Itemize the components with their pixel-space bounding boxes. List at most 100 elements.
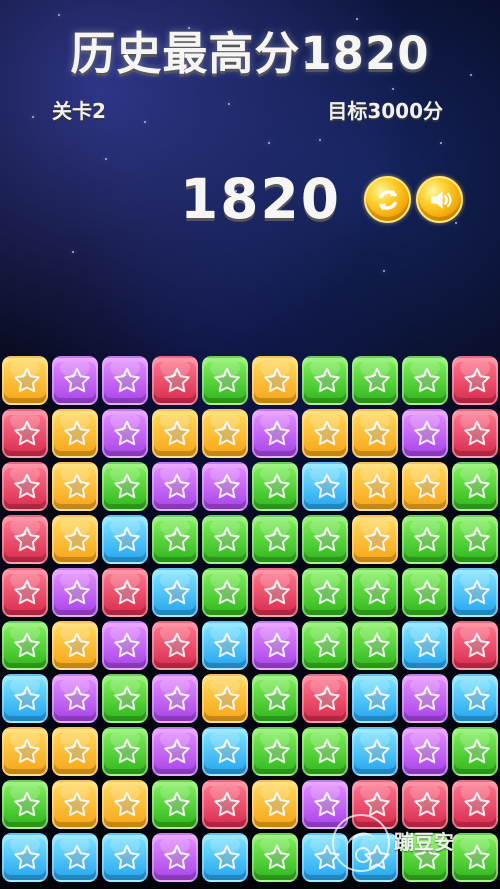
star-tile-yellow[interactable] <box>202 674 248 723</box>
star-tile-yellow[interactable] <box>252 356 298 405</box>
star-tile-yellow[interactable] <box>52 515 98 564</box>
star-tile-blue[interactable] <box>352 674 398 723</box>
star-tile-red[interactable] <box>352 780 398 829</box>
star-tile-blue[interactable] <box>302 462 348 511</box>
star-tile-purple[interactable] <box>202 462 248 511</box>
star-tile-purple[interactable] <box>252 621 298 670</box>
star-tile-green[interactable] <box>402 356 448 405</box>
star-tile-yellow[interactable] <box>2 356 48 405</box>
star-tile-green[interactable] <box>102 674 148 723</box>
star-tile-green[interactable] <box>202 356 248 405</box>
star-tile-red[interactable] <box>152 356 198 405</box>
star-tile-purple[interactable] <box>152 727 198 776</box>
star-tile-yellow[interactable] <box>52 780 98 829</box>
star-tile-yellow[interactable] <box>352 515 398 564</box>
star-tile-green[interactable] <box>202 568 248 617</box>
star-tile-blue[interactable] <box>202 727 248 776</box>
star-tile-purple[interactable] <box>402 727 448 776</box>
star-tile-purple[interactable] <box>52 356 98 405</box>
star-tile-purple[interactable] <box>252 409 298 458</box>
star-tile-green[interactable] <box>252 833 298 882</box>
star-tile-green[interactable] <box>252 674 298 723</box>
star-tile-blue[interactable] <box>52 833 98 882</box>
star-tile-blue[interactable] <box>102 833 148 882</box>
star-tile-red[interactable] <box>452 356 498 405</box>
star-tile-red[interactable] <box>202 780 248 829</box>
star-tile-red[interactable] <box>2 515 48 564</box>
star-tile-green[interactable] <box>252 515 298 564</box>
star-tile-purple[interactable] <box>102 356 148 405</box>
star-tile-purple[interactable] <box>152 674 198 723</box>
star-tile-yellow[interactable] <box>52 621 98 670</box>
star-tile-yellow[interactable] <box>352 462 398 511</box>
star-tile-green[interactable] <box>102 727 148 776</box>
star-tile-blue[interactable] <box>2 674 48 723</box>
star-tile-green[interactable] <box>102 462 148 511</box>
star-tile-green[interactable] <box>202 515 248 564</box>
star-tile-yellow[interactable] <box>152 409 198 458</box>
star-tile-blue[interactable] <box>302 833 348 882</box>
star-tile-red[interactable] <box>2 568 48 617</box>
star-tile-green[interactable] <box>2 780 48 829</box>
sound-button[interactable] <box>416 176 463 223</box>
star-tile-green[interactable] <box>152 780 198 829</box>
star-tile-red[interactable] <box>452 621 498 670</box>
star-tile-blue[interactable] <box>452 674 498 723</box>
star-tile-green[interactable] <box>252 727 298 776</box>
star-tile-purple[interactable] <box>402 409 448 458</box>
star-tile-green[interactable] <box>352 568 398 617</box>
star-tile-yellow[interactable] <box>252 780 298 829</box>
star-tile-green[interactable] <box>302 356 348 405</box>
star-tile-green[interactable] <box>402 515 448 564</box>
star-tile-green[interactable] <box>302 621 348 670</box>
star-tile-green[interactable] <box>252 462 298 511</box>
star-tile-green[interactable] <box>352 356 398 405</box>
star-tile-green[interactable] <box>452 727 498 776</box>
star-tile-green[interactable] <box>452 462 498 511</box>
star-tile-purple[interactable] <box>52 568 98 617</box>
star-tile-green[interactable] <box>152 515 198 564</box>
star-tile-green[interactable] <box>302 568 348 617</box>
star-tile-yellow[interactable] <box>302 409 348 458</box>
star-tile-blue[interactable] <box>402 621 448 670</box>
star-tile-red[interactable] <box>2 409 48 458</box>
star-tile-yellow[interactable] <box>2 727 48 776</box>
star-tile-yellow[interactable] <box>402 462 448 511</box>
star-tile-blue[interactable] <box>352 727 398 776</box>
refresh-button[interactable] <box>364 176 411 223</box>
star-tile-blue[interactable] <box>152 568 198 617</box>
star-tile-yellow[interactable] <box>352 409 398 458</box>
star-tile-yellow[interactable] <box>52 727 98 776</box>
star-tile-red[interactable] <box>152 621 198 670</box>
star-tile-purple[interactable] <box>302 780 348 829</box>
star-tile-purple[interactable] <box>52 674 98 723</box>
star-tile-red[interactable] <box>402 780 448 829</box>
star-tile-green[interactable] <box>2 621 48 670</box>
star-tile-blue[interactable] <box>102 515 148 564</box>
star-tile-green[interactable] <box>302 727 348 776</box>
star-tile-red[interactable] <box>102 568 148 617</box>
star-tile-blue[interactable] <box>452 568 498 617</box>
star-tile-green[interactable] <box>402 833 448 882</box>
star-tile-red[interactable] <box>2 462 48 511</box>
star-tile-yellow[interactable] <box>102 780 148 829</box>
star-tile-red[interactable] <box>302 674 348 723</box>
star-tile-red[interactable] <box>452 780 498 829</box>
star-tile-yellow[interactable] <box>52 409 98 458</box>
star-tile-blue[interactable] <box>202 833 248 882</box>
star-tile-blue[interactable] <box>352 833 398 882</box>
star-tile-blue[interactable] <box>2 833 48 882</box>
star-tile-yellow[interactable] <box>52 462 98 511</box>
star-tile-purple[interactable] <box>402 674 448 723</box>
star-tile-green[interactable] <box>302 515 348 564</box>
star-tile-purple[interactable] <box>152 833 198 882</box>
star-tile-red[interactable] <box>252 568 298 617</box>
star-tile-yellow[interactable] <box>202 409 248 458</box>
star-tile-red[interactable] <box>452 409 498 458</box>
star-tile-green[interactable] <box>452 833 498 882</box>
star-tile-purple[interactable] <box>152 462 198 511</box>
star-tile-green[interactable] <box>352 621 398 670</box>
star-tile-blue[interactable] <box>202 621 248 670</box>
star-tile-purple[interactable] <box>102 621 148 670</box>
star-tile-green[interactable] <box>452 515 498 564</box>
